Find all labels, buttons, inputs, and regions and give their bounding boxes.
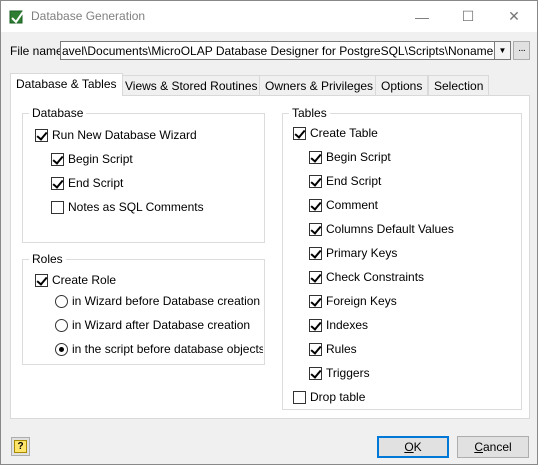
create-table-checkbox[interactable]: Create Table bbox=[293, 126, 378, 140]
app-icon bbox=[9, 10, 24, 24]
checkbox-checked-icon bbox=[309, 246, 322, 260]
file-dropdown-button[interactable]: ▼ bbox=[495, 41, 511, 60]
tab-views-stored-routines[interactable]: Views & Stored Routines bbox=[119, 75, 264, 95]
tab-database-tables[interactable]: Database & Tables bbox=[10, 73, 123, 96]
browse-button[interactable]: ··· bbox=[513, 41, 530, 60]
drop-table-checkbox[interactable]: Drop table bbox=[293, 390, 365, 404]
checkbox-unchecked-icon bbox=[51, 200, 64, 214]
database-generation-window: Database Generation — ☐ ✕ File name avel… bbox=[0, 0, 538, 465]
checkbox-checked-icon bbox=[309, 270, 322, 284]
tab-owners-privileges[interactable]: Owners & Privileges bbox=[259, 75, 380, 95]
cancel-label: ancel bbox=[482, 440, 512, 454]
tbl-end-script-label: End Script bbox=[326, 174, 382, 188]
radio-unselected-icon bbox=[55, 318, 68, 332]
checkbox-checked-icon bbox=[35, 273, 48, 287]
tbl-begin-script-checkbox[interactable]: Begin Script bbox=[309, 150, 391, 164]
file-name-label: File name bbox=[10, 44, 63, 58]
db-begin-script-checkbox[interactable]: Begin Script bbox=[51, 152, 133, 166]
tbl-begin-script-label: Begin Script bbox=[326, 150, 391, 164]
close-icon: ✕ bbox=[508, 8, 520, 24]
indexes-label: Indexes bbox=[326, 318, 369, 332]
db-end-script-label: End Script bbox=[68, 176, 124, 190]
radio-wizard-after-label: in Wizard after Database creation bbox=[72, 318, 251, 332]
notes-comments-checkbox[interactable]: Notes as SQL Comments bbox=[51, 200, 204, 214]
run-wizard-checkbox[interactable]: Run New Database Wizard bbox=[35, 128, 197, 142]
triggers-label: Triggers bbox=[326, 366, 370, 380]
file-name-field[interactable]: avel\Documents\MicroOLAP Database Design… bbox=[60, 41, 495, 60]
checkbox-checked-icon bbox=[51, 152, 64, 166]
radio-selected-icon bbox=[55, 342, 68, 356]
roles-group: Roles Create Role in Wizard before Datab… bbox=[22, 252, 265, 365]
checkbox-checked-icon bbox=[309, 150, 322, 164]
checkbox-checked-icon bbox=[309, 222, 322, 236]
checkbox-checked-icon bbox=[309, 198, 322, 212]
check-constraints-label: Check Constraints bbox=[326, 270, 425, 284]
maximize-icon: ☐ bbox=[461, 8, 475, 24]
tab-selection[interactable]: Selection bbox=[428, 75, 490, 95]
primary-keys-label: Primary Keys bbox=[326, 246, 398, 260]
ok-label: K bbox=[413, 440, 422, 454]
help-button[interactable]: ? bbox=[11, 437, 30, 456]
checkbox-checked-icon bbox=[293, 126, 306, 140]
tbl-end-script-checkbox[interactable]: End Script bbox=[309, 174, 381, 188]
help-icon: ? bbox=[14, 440, 27, 453]
indexes-checkbox[interactable]: Indexes bbox=[309, 318, 368, 332]
comment-label: Comment bbox=[326, 198, 379, 212]
radio-wizard-before-label: in Wizard before Database creation bbox=[72, 294, 261, 308]
ok-button[interactable]: OK bbox=[377, 436, 449, 458]
window-title: Database Generation bbox=[31, 9, 146, 23]
checkbox-checked-icon bbox=[309, 318, 322, 332]
rules-checkbox[interactable]: Rules bbox=[309, 342, 357, 356]
create-role-label: Create Role bbox=[52, 273, 117, 287]
minimize-icon: — bbox=[415, 8, 429, 25]
create-role-checkbox[interactable]: Create Role bbox=[35, 273, 116, 287]
cancel-button[interactable]: Cancel bbox=[457, 436, 529, 458]
checkbox-checked-icon bbox=[35, 128, 48, 142]
db-begin-script-label: Begin Script bbox=[68, 152, 133, 166]
minimize-button[interactable]: — bbox=[399, 1, 445, 32]
radio-script-before-label: in the script before database objects bbox=[72, 342, 263, 356]
radio-script-before[interactable]: in the script before database objects bbox=[55, 342, 263, 356]
columns-default-label: Columns Default Values bbox=[326, 222, 454, 236]
radio-wizard-before[interactable]: in Wizard before Database creation bbox=[55, 294, 263, 308]
database-group: Database Run New Database Wizard Begin S… bbox=[22, 106, 265, 243]
checkbox-checked-icon bbox=[309, 342, 322, 356]
db-end-script-checkbox[interactable]: End Script bbox=[51, 176, 123, 190]
columns-default-checkbox[interactable]: Columns Default Values bbox=[309, 222, 454, 236]
tab-panel-database-tables: Database Run New Database Wizard Begin S… bbox=[10, 95, 530, 419]
title-bar: Database Generation — ☐ ✕ bbox=[1, 1, 537, 32]
primary-keys-checkbox[interactable]: Primary Keys bbox=[309, 246, 397, 260]
comment-checkbox[interactable]: Comment bbox=[309, 198, 378, 212]
checkbox-checked-icon bbox=[309, 366, 322, 380]
chevron-down-icon: ▼ bbox=[498, 46, 507, 55]
radio-wizard-after[interactable]: in Wizard after Database creation bbox=[55, 318, 263, 332]
radio-unselected-icon bbox=[55, 294, 68, 308]
tables-group: Tables Create Table Begin Script End Scr… bbox=[282, 106, 522, 410]
close-button[interactable]: ✕ bbox=[491, 1, 537, 32]
tab-options[interactable]: Options bbox=[375, 75, 429, 95]
create-table-label: Create Table bbox=[310, 126, 378, 140]
tables-group-title: Tables bbox=[289, 106, 330, 120]
roles-group-title: Roles bbox=[29, 252, 66, 266]
notes-comments-label: Notes as SQL Comments bbox=[68, 200, 204, 214]
ok-accelerator: O bbox=[404, 440, 414, 454]
database-group-title: Database bbox=[29, 106, 87, 120]
rules-label: Rules bbox=[326, 342, 357, 356]
checkbox-checked-icon bbox=[51, 176, 64, 190]
foreign-keys-label: Foreign Keys bbox=[326, 294, 397, 308]
checkbox-checked-icon bbox=[309, 294, 322, 308]
checkbox-checked-icon bbox=[309, 174, 322, 188]
run-wizard-label: Run New Database Wizard bbox=[52, 128, 197, 142]
cancel-accelerator: C bbox=[474, 440, 483, 454]
checkbox-unchecked-icon bbox=[293, 390, 306, 404]
drop-table-label: Drop table bbox=[310, 390, 366, 404]
check-constraints-checkbox[interactable]: Check Constraints bbox=[309, 270, 424, 284]
maximize-button[interactable]: ☐ bbox=[445, 1, 491, 32]
triggers-checkbox[interactable]: Triggers bbox=[309, 366, 370, 380]
foreign-keys-checkbox[interactable]: Foreign Keys bbox=[309, 294, 397, 308]
